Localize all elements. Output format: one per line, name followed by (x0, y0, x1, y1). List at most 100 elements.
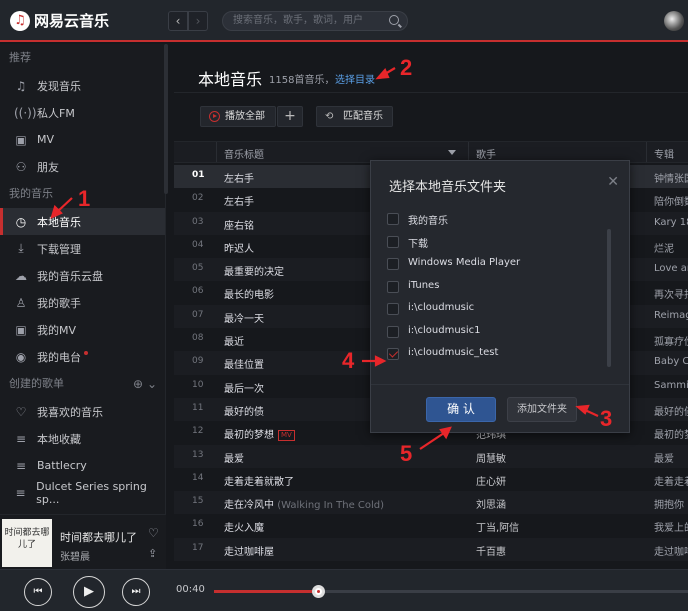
song-title: 最后一次 (224, 380, 264, 395)
now-playing-title[interactable]: 时间都去哪儿了 (60, 529, 137, 545)
sidebar-item-mv[interactable]: ▣ MV (0, 126, 165, 153)
song-title: 左右手 (224, 193, 254, 208)
folder-item[interactable]: 下载 (381, 232, 619, 255)
folder-checkbox[interactable] (387, 235, 399, 248)
app-logo[interactable]: ♫ 网易云音乐 (10, 10, 109, 31)
folder-checkbox[interactable] (387, 325, 399, 338)
folder-checkbox[interactable] (387, 213, 399, 225)
song-album[interactable]: 孤寡疗伤 (654, 333, 688, 348)
folder-item[interactable]: i:\cloudmusic_test (381, 344, 619, 363)
sidebar-item-label: Dulcet Series spring sp... (36, 479, 147, 506)
folder-checkbox[interactable] (387, 303, 399, 315)
sidebar-item-friends[interactable]: ⚇ 朋友 (0, 153, 165, 180)
now-playing-artist[interactable]: 张碧晨 (60, 548, 90, 563)
sidebar-item-local-music[interactable]: ◷ 本地音乐 (0, 208, 165, 235)
user-avatar[interactable] (664, 11, 684, 31)
back-button[interactable]: ‹ (168, 11, 188, 31)
song-artist[interactable]: 周慧敏 (476, 450, 506, 465)
sidebar-item-local-fav[interactable]: ≡ 本地收藏 (0, 425, 165, 452)
column-header-artist[interactable]: 歌手 (476, 146, 496, 161)
search-icon[interactable] (389, 15, 399, 25)
previous-button[interactable]: ⏮ (24, 578, 52, 606)
confirm-button[interactable]: 确 认 (426, 397, 496, 422)
add-folder-button[interactable]: 添加文件夹 (507, 397, 577, 422)
song-album[interactable]: Reimagin (654, 310, 688, 321)
song-title-text: 昨迟人 (224, 243, 254, 255)
song-album[interactable]: Love and (654, 263, 688, 274)
song-album[interactable]: 最爱 (654, 450, 674, 465)
folder-checkbox[interactable] (387, 280, 399, 293)
play-all-button[interactable]: 播放全部 (200, 106, 276, 127)
song-album[interactable]: 烂泥 (654, 240, 674, 255)
sidebar-item-label: 本地收藏 (37, 432, 81, 446)
column-header-album[interactable]: 专辑 (654, 146, 674, 161)
folder-checkbox[interactable] (387, 258, 399, 270)
row-index: 16 (192, 519, 204, 530)
song-album[interactable]: 拥抱你 (654, 496, 684, 511)
song-album[interactable]: Sammi (654, 380, 688, 391)
add-playlist-icon[interactable]: ⊕ (133, 377, 143, 391)
song-album[interactable]: 我爱上的 (654, 519, 688, 534)
song-artist[interactable]: 丁当,阿信 (476, 519, 519, 534)
close-icon[interactable]: ✕ (607, 174, 619, 190)
song-album[interactable]: 走过咖啡 (654, 543, 688, 558)
song-album[interactable]: Baby Co (654, 356, 688, 367)
search-input[interactable]: 搜索音乐，歌手，歌词，用户 (222, 11, 408, 31)
table-row[interactable]: 13 最爱 周慧敏 最爱 (174, 444, 688, 468)
folder-checkbox[interactable] (387, 348, 399, 360)
album-cover[interactable]: 时间都去哪儿了 (2, 519, 52, 567)
sidebar-item-fm[interactable]: ((·)) 私人FM (0, 99, 165, 126)
play-button[interactable]: ▶ (73, 576, 105, 608)
progress-bar[interactable] (214, 585, 688, 598)
table-row[interactable]: 17 走过咖啡屋 千百惠 走过咖啡 (174, 537, 688, 562)
sidebar-item-label: 我的歌手 (37, 296, 81, 310)
song-album[interactable]: 再次寻找 (654, 286, 688, 301)
next-button[interactable]: ⏭ (122, 578, 150, 606)
folder-item[interactable]: i:\cloudmusic (381, 299, 619, 322)
like-heart-icon[interactable]: ♡ (148, 526, 159, 540)
forward-button[interactable]: › (188, 11, 208, 31)
folder-label: i:\cloudmusic1 (408, 324, 481, 336)
sidebar-scrollbar[interactable] (164, 44, 168, 194)
add-to-playlist-button[interactable]: + (277, 106, 303, 127)
sidebar-item-battlecry[interactable]: ≡ Battlecry (0, 452, 165, 479)
sidebar-item-downloads[interactable]: ⤓ 下载管理 (0, 235, 165, 262)
singer-icon: ♙ (15, 295, 27, 310)
folder-item[interactable]: i:\cloudmusic1 (381, 322, 619, 345)
sidebar-item-cloud[interactable]: ☁ 我的音乐云盘 (0, 262, 165, 289)
chevron-down-icon[interactable]: ⌄ (147, 377, 157, 391)
divider (174, 92, 688, 93)
title-bar: ♫ 网易云音乐 ‹ › 搜索音乐，歌手，歌词，用户 (0, 0, 688, 42)
song-album[interactable]: 走着走着 (654, 473, 688, 488)
progress-knob[interactable] (312, 585, 326, 598)
mv-badge-icon[interactable]: MV (278, 429, 295, 441)
folder-item[interactable]: 我的音乐 (381, 209, 619, 232)
folder-item[interactable]: iTunes (381, 277, 619, 300)
table-row[interactable]: 14 走着走着就散了 庄心妍 走着走着 (174, 468, 688, 491)
column-header-title[interactable]: 音乐标题 (224, 146, 264, 161)
song-album[interactable]: 最初的梦 (654, 426, 688, 441)
song-artist[interactable]: 庄心妍 (476, 473, 506, 488)
choose-directory-link[interactable]: 选择目录 (335, 71, 375, 86)
song-album[interactable]: 最好的债 (654, 403, 688, 418)
sidebar-item-singers[interactable]: ♙ 我的歌手 (0, 289, 165, 316)
sidebar-item-discover[interactable]: ♫ 发现音乐 (0, 72, 165, 99)
song-album[interactable]: 陪你倒数 (654, 193, 688, 208)
dialog-scrollbar[interactable] (607, 229, 611, 367)
sidebar-item-liked[interactable]: ♡ 我喜欢的音乐 (0, 398, 165, 425)
song-album[interactable]: Kary 18 (654, 217, 688, 228)
share-icon[interactable]: ⇪ (148, 547, 157, 560)
folder-item[interactable]: Windows Media Player (381, 254, 619, 277)
song-album[interactable]: 钟情张国荣 (654, 170, 688, 185)
sort-down-icon[interactable] (448, 150, 456, 155)
song-artist[interactable]: 刘思涵 (476, 496, 506, 511)
sidebar-item-my-mv[interactable]: ▣ 我的MV (0, 316, 165, 343)
match-music-button[interactable]: ⟲ 匹配音乐 (316, 106, 393, 127)
song-artist[interactable]: 千百惠 (476, 543, 506, 558)
sidebar-item-radio[interactable]: ◉ 我的电台 (0, 343, 165, 370)
table-row[interactable]: 16 走火入魔 丁当,阿信 我爱上的 (174, 514, 688, 537)
table-row[interactable]: 15 走在冷风中 (Walking In The Cold) 刘思涵 拥抱你 (174, 491, 688, 515)
song-title: 走着走着就散了 (224, 473, 294, 488)
sidebar-item-dulcet[interactable]: ≡ Dulcet Series spring sp... (0, 479, 165, 506)
row-index: 05 (192, 263, 204, 274)
